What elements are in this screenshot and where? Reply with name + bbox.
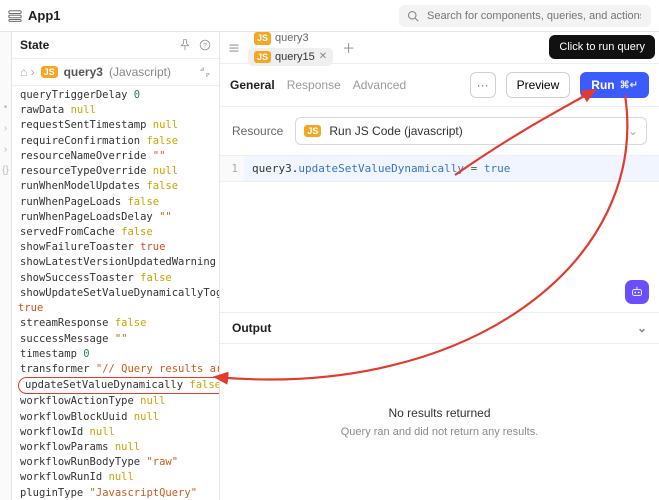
rail-icon[interactable]: {} [2,165,9,176]
left-icon-rail: • › › {} [0,32,12,500]
ai-assist-button[interactable] [625,280,649,304]
expand-icon[interactable] [199,66,211,78]
subtab-general[interactable]: General [230,78,275,92]
run-button-label: Run [591,78,614,92]
rail-icon[interactable]: › [4,123,7,134]
code-line[interactable]: query3.updateSetValueDynamically = true [244,156,659,181]
state-property-row[interactable]: workflowId null [18,425,219,440]
state-property-row[interactable]: showUpdateSetValueDynamicallyToggle [18,286,219,301]
state-property-row[interactable]: runWhenPageLoadsDelay "" [18,210,219,225]
add-tab-button[interactable]: ＋ [337,36,360,59]
home-icon: ⌂ › [20,65,35,79]
pin-icon[interactable] [179,39,191,51]
state-property-row[interactable]: requestSentTimestamp null [18,118,219,133]
info-icon[interactable]: ? [199,39,211,51]
output-header[interactable]: Output ⌄ [220,312,659,344]
query-editor: JSquery3JSquery15✕ ＋ Click to run query … [220,32,659,500]
close-icon[interactable]: ✕ [319,51,327,62]
state-property-row[interactable]: showLatestVersionUpdatedWarning f… [18,255,219,270]
state-property-list: queryTriggerDelay 0rawData nullrequestSe… [12,86,219,500]
code-editor[interactable]: 1 query3.updateSetValueDynamically = tru… [220,156,659,182]
state-crumb-name: query3 [64,65,103,79]
rail-icon[interactable]: • [4,102,8,113]
editor-subtabs: General Response Advanced [230,78,406,92]
state-property-row[interactable]: successMessage "" [18,332,219,347]
chevron-down-icon: ⌄ [628,124,638,138]
editor-tab-label: query15 [275,51,315,63]
editor-tab[interactable]: JS query3 [248,29,333,48]
state-property-row[interactable]: workflowRunId null [18,470,219,485]
preview-button[interactable]: Preview [506,72,571,98]
state-property-row[interactable]: queryTriggerDelay 0 [18,88,219,103]
output-header-label: Output [232,321,271,335]
state-property-row[interactable]: workflowRunBodyType "raw" [18,455,219,470]
code-value: true [484,162,511,175]
app-bar: App1 [0,0,659,32]
editor-toolbar: General Response Advanced ··· Preview Ru… [220,64,659,107]
svg-text:?: ? [203,42,207,49]
global-search-input[interactable] [425,9,643,23]
state-crumb-type: (Javascript) [109,65,171,79]
state-property-row[interactable]: updateSetValueDynamically false [18,377,219,394]
state-panel: State ? ⌂ › JS query3 (Javascript) query… [12,32,220,500]
editor-tab-label: query3 [275,32,309,44]
output-empty-sub: Query ran and did not return any results… [341,426,539,438]
state-property-row[interactable]: transformer "// Query results ar… [18,362,219,377]
code-property: updateSetValueDynamically [298,162,464,175]
state-property-row[interactable]: resourceNameOverride "" [18,149,219,164]
state-breadcrumb[interactable]: ⌂ › JS query3 (Javascript) [12,59,219,86]
state-property-row[interactable]: timestamp 0 [18,347,219,362]
output-empty-title: No results returned [388,406,490,420]
run-button[interactable]: Run ⌘↵ [580,72,649,98]
resource-label: Resource [232,124,283,138]
chevron-down-icon[interactable]: ⌄ [637,321,647,335]
state-property-row[interactable]: resourceTypeOverride null [18,164,219,179]
state-property-row[interactable]: true [18,301,219,316]
js-badge-icon: JS [304,125,321,138]
state-property-row[interactable]: rawData null [18,103,219,118]
state-property-row[interactable]: runWhenPageLoads false [18,195,219,210]
rail-icon[interactable]: › [4,144,7,155]
state-property-row[interactable]: showFailureToaster true [18,240,219,255]
state-property-row[interactable]: workflowActionType null [18,394,219,409]
code-gutter: 1 [220,156,244,181]
code-operator: = [464,162,484,175]
state-property-row[interactable]: workflowParams null [18,440,219,455]
state-property-row[interactable]: showSuccessToaster false [18,271,219,286]
js-badge-icon: JS [254,51,271,64]
state-property-row[interactable]: streamResponse false [18,316,219,331]
state-property-row[interactable]: workflowBlockUuid null [18,410,219,425]
js-badge-icon: JS [254,32,271,45]
search-icon [407,10,419,22]
resource-select[interactable]: JS Run JS Code (javascript) ⌄ [295,117,647,145]
global-search[interactable] [399,5,651,27]
js-badge-icon: JS [41,66,58,79]
state-property-row[interactable]: runWhenModelUpdates false [18,179,219,194]
run-tooltip: Click to run query [549,35,655,59]
state-property-row[interactable]: pluginType "JavascriptQuery" [18,486,219,500]
code-editor-body[interactable] [220,182,659,312]
code-object: query3 [252,162,292,175]
state-property-row[interactable]: servedFromCache false [18,225,219,240]
resource-select-value: Run JS Code (javascript) [329,124,462,138]
state-property-row[interactable]: requireConfirmation false [18,134,219,149]
run-button-shortcut: ⌘↵ [620,80,638,91]
state-panel-title: State [20,38,49,52]
list-icon[interactable] [8,9,22,23]
hamburger-icon[interactable] [228,42,240,54]
output-body: No results returned Query ran and did no… [220,344,659,500]
app-title: App1 [28,8,61,23]
subtab-advanced[interactable]: Advanced [353,78,406,92]
state-panel-header: State ? [12,32,219,59]
more-menu-button[interactable]: ··· [470,72,496,98]
resource-row: Resource JS Run JS Code (javascript) ⌄ [220,107,659,156]
subtab-response[interactable]: Response [287,78,341,92]
